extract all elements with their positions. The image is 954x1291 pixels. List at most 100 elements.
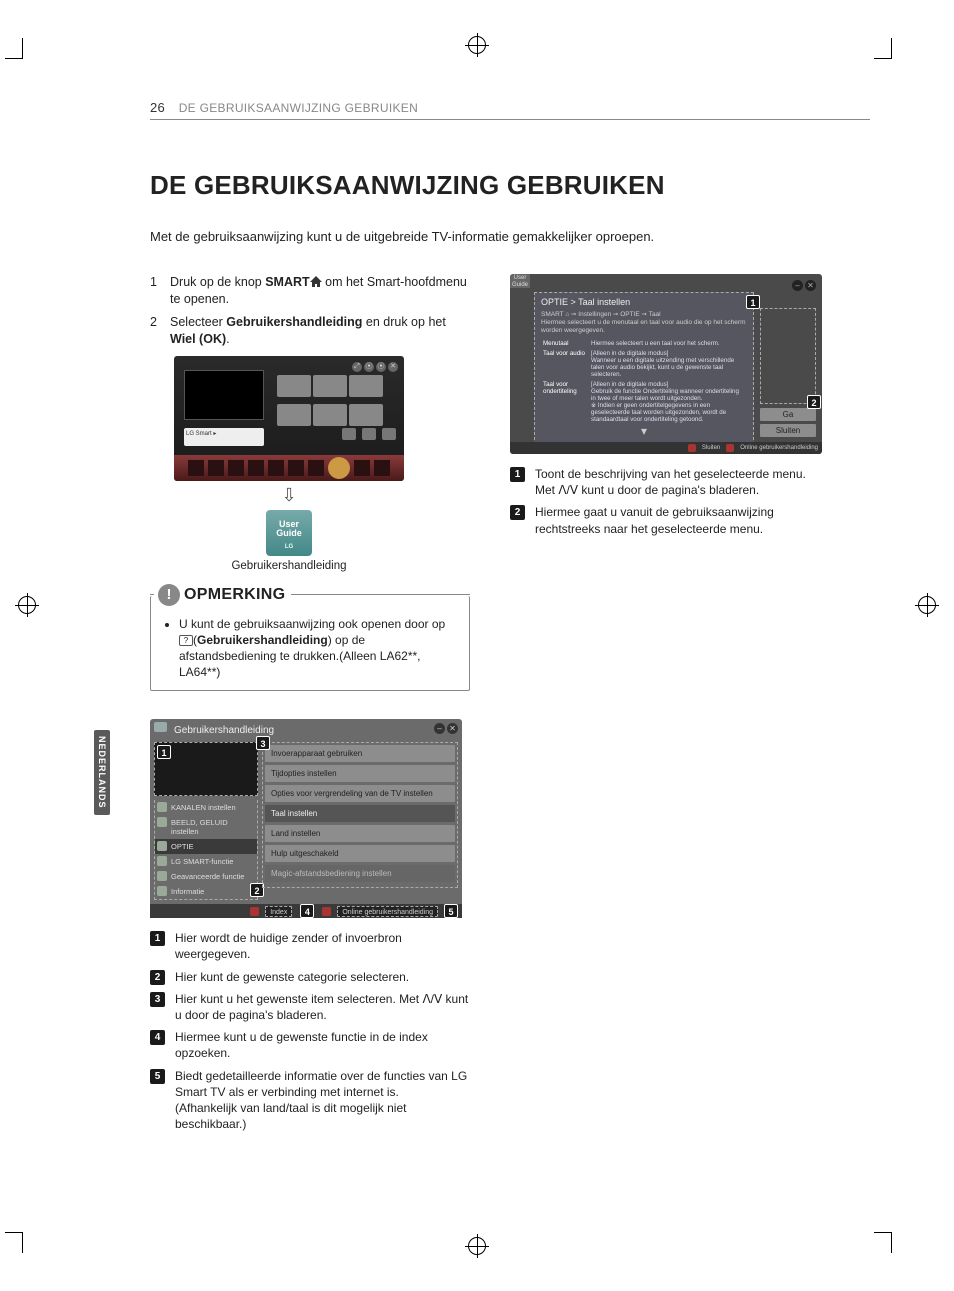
step-bold: SMART <box>265 275 309 289</box>
legend-text: Toont de beschrijving van het geselectee… <box>535 466 806 498</box>
panel-category-selected: OPTIE <box>155 839 257 854</box>
crop-mark <box>874 58 892 59</box>
registration-mark-icon <box>918 596 936 614</box>
index-button: Index <box>265 906 292 917</box>
steps-list: 1 Druk op de knop SMART om het Smart-hoo… <box>150 274 470 348</box>
registration-mark-icon <box>468 1237 486 1255</box>
panel-tab-icon: UserGuide <box>510 274 530 288</box>
legend-badge: 3 <box>150 992 165 1007</box>
panel-icon <box>154 722 167 732</box>
breadcrumb: OPTIE > Taal instellen <box>541 297 747 307</box>
registration-mark-icon <box>18 596 36 614</box>
note-title: OPMERKING <box>184 584 285 606</box>
panel-category: Geavanceerde functie <box>155 869 257 884</box>
detail-panel: UserGuide –✕ OPTIE > Taal instellen 1 SM… <box>510 274 822 454</box>
step-bold: Gebruikershandleiding <box>226 315 362 329</box>
settings-table: MenutaalHiermee selecteert u een taal vo… <box>541 338 747 424</box>
step-bold: Wiel (OK) <box>170 332 226 346</box>
legend-badge: 2 <box>150 970 165 985</box>
note-box: ! OPMERKING U kunt de gebruiksaanwijzing… <box>150 596 470 692</box>
legend-text: Biedt gedetailleerde informatie over de … <box>175 1068 470 1133</box>
panel-item: Opties voor vergrendeling van de TV inst… <box>265 785 455 802</box>
callout-5: 5 <box>444 904 458 918</box>
header-section: DE GEBRUIKSAANWIJZING GEBRUIKEN <box>179 101 418 115</box>
foot-dot-icon <box>688 444 696 452</box>
panel-item: Land instellen <box>265 825 455 842</box>
crop-mark <box>891 38 892 58</box>
online-guide-button: Online gebruikershandleiding <box>337 906 438 917</box>
step-text: Druk op de knop <box>170 275 265 289</box>
crop-mark <box>874 1232 892 1233</box>
close-icon: ✕ <box>447 723 458 734</box>
legend-badge: 1 <box>150 931 165 946</box>
down-arrow-icon: ⇩ <box>174 485 404 506</box>
foot-close: Sluiten <box>702 445 720 451</box>
panel-legend: 1 Hier wordt de huidige zender of invoerb… <box>150 930 470 1132</box>
preview-box: 1 <box>154 742 258 796</box>
legend-badge: 1 <box>510 467 525 482</box>
crop-mark <box>5 58 23 59</box>
close-button: Sluiten <box>760 424 816 437</box>
language-tab: NEDERLANDS <box>94 730 110 815</box>
page-header: 26 DE GEBRUIKSAANWIJZING GEBRUIKEN <box>150 100 870 120</box>
panel-item: Hulp uitgeschakeld <box>265 845 455 862</box>
callout-2: 2 <box>807 395 821 409</box>
crop-mark <box>22 1233 23 1253</box>
chevron-down-icon: ▾ <box>541 424 747 438</box>
panel-item: Tijdopties instellen <box>265 765 455 782</box>
minimize-icon: – <box>434 723 445 734</box>
guide-card-brand: LG <box>266 544 312 550</box>
crop-mark <box>22 38 23 58</box>
foot-dot-icon <box>322 907 331 916</box>
page-number: 26 <box>150 100 165 115</box>
panel-window-buttons: –✕ <box>434 723 458 734</box>
panel-item: Invoerapparaat gebruiken <box>265 745 455 762</box>
legend-text: Hiermee kunt u de gewenste functie in de… <box>175 1029 470 1061</box>
step-number: 1 <box>150 274 170 308</box>
home-icon <box>310 275 322 286</box>
crop-mark <box>891 1233 892 1253</box>
step-number: 2 <box>150 314 170 348</box>
guide-card-line: Guide <box>266 529 312 538</box>
panel-title: Gebruikershandleiding <box>154 723 458 742</box>
note-bold: Gebruikershandleiding <box>197 633 328 647</box>
legend-badge: 2 <box>510 505 525 520</box>
panel-category: KANALEN instellen <box>155 800 257 815</box>
close-icon: ✕ <box>805 280 816 291</box>
step-2: 2 Selecteer Gebruikershandleiding en dru… <box>150 314 470 348</box>
page-title: DE GEBRUIKSAANWIJZING GEBRUIKEN <box>150 170 870 201</box>
guide-caption: Gebruikershandleiding <box>174 560 404 572</box>
panel-item: Magic-afstandsbediening instellen <box>265 865 455 882</box>
guide-panel: Gebruikershandleiding –✕ 1 KANALEN inste… <box>150 719 462 918</box>
foot-online: Online gebruikershandleiding <box>740 445 818 451</box>
crop-mark <box>5 1232 23 1233</box>
legend-badge: 4 <box>150 1030 165 1045</box>
callout-1: 1 <box>746 295 760 309</box>
detail-legend: 1 Toont de beschrijving van het geselecte… <box>510 466 830 537</box>
foot-dot-icon <box>250 907 259 916</box>
smart-home-screenshot: ⤢⦿⦿✕ LG Smart ▸ <box>174 356 404 481</box>
step-text: en druk op het <box>362 315 445 329</box>
intro-text: Met de gebruiksaanwijzing kunt u de uitg… <box>150 229 870 244</box>
legend-text: Hiermee gaat u vanuit de gebruiksaanwijz… <box>535 504 830 536</box>
callout-4: 4 <box>300 904 314 918</box>
legend-text: Hier wordt de huidige zender of invoerbr… <box>175 930 470 962</box>
step-text: . <box>226 332 229 346</box>
note-text-part: U kunt de gebruiksaanwijzing ook openen … <box>179 617 445 631</box>
question-icon: ? <box>179 635 193 646</box>
note-text: U kunt de gebruiksaanwijzing ook openen … <box>179 616 457 681</box>
user-guide-card: User Guide LG <box>266 510 312 556</box>
note-icon: ! <box>158 584 180 606</box>
legend-badge: 5 <box>150 1069 165 1084</box>
panel-category: Informatie <box>155 884 257 899</box>
registration-mark-icon <box>468 36 486 54</box>
panel-description: SMART ⌂ ➙ Instellingen ➙ OPTIE ➙ Taal Hi… <box>541 311 747 334</box>
side-dashed-box: 2 <box>760 308 816 404</box>
go-button: Ga <box>760 408 816 421</box>
foot-dot-icon <box>726 444 734 452</box>
panel-category: LG SMART-functie <box>155 854 257 869</box>
step-text: Selecteer <box>170 315 226 329</box>
panel-item-selected: Taal instellen <box>265 805 455 822</box>
legend-text: Hier kunt u het gewenste item selecteren… <box>175 991 470 1023</box>
step-1: 1 Druk op de knop SMART om het Smart-hoo… <box>150 274 470 308</box>
